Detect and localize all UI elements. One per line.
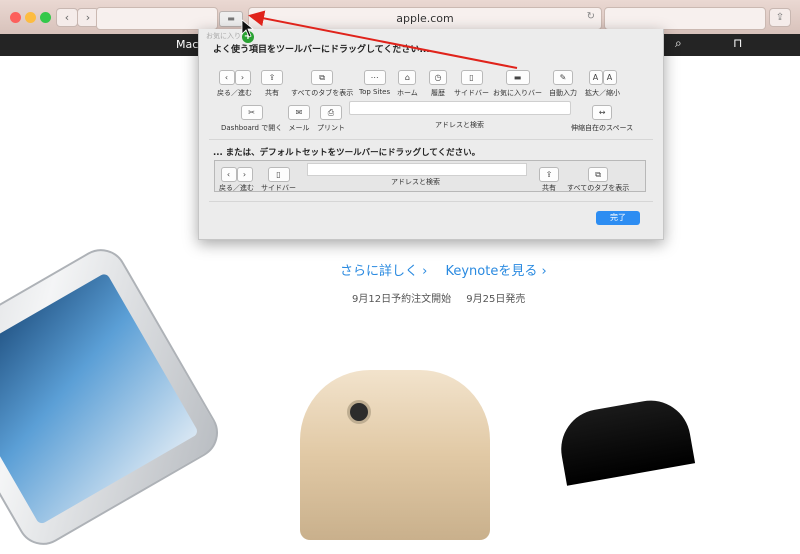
drag-arrow [241,10,518,69]
cursor-icon [241,19,255,38]
